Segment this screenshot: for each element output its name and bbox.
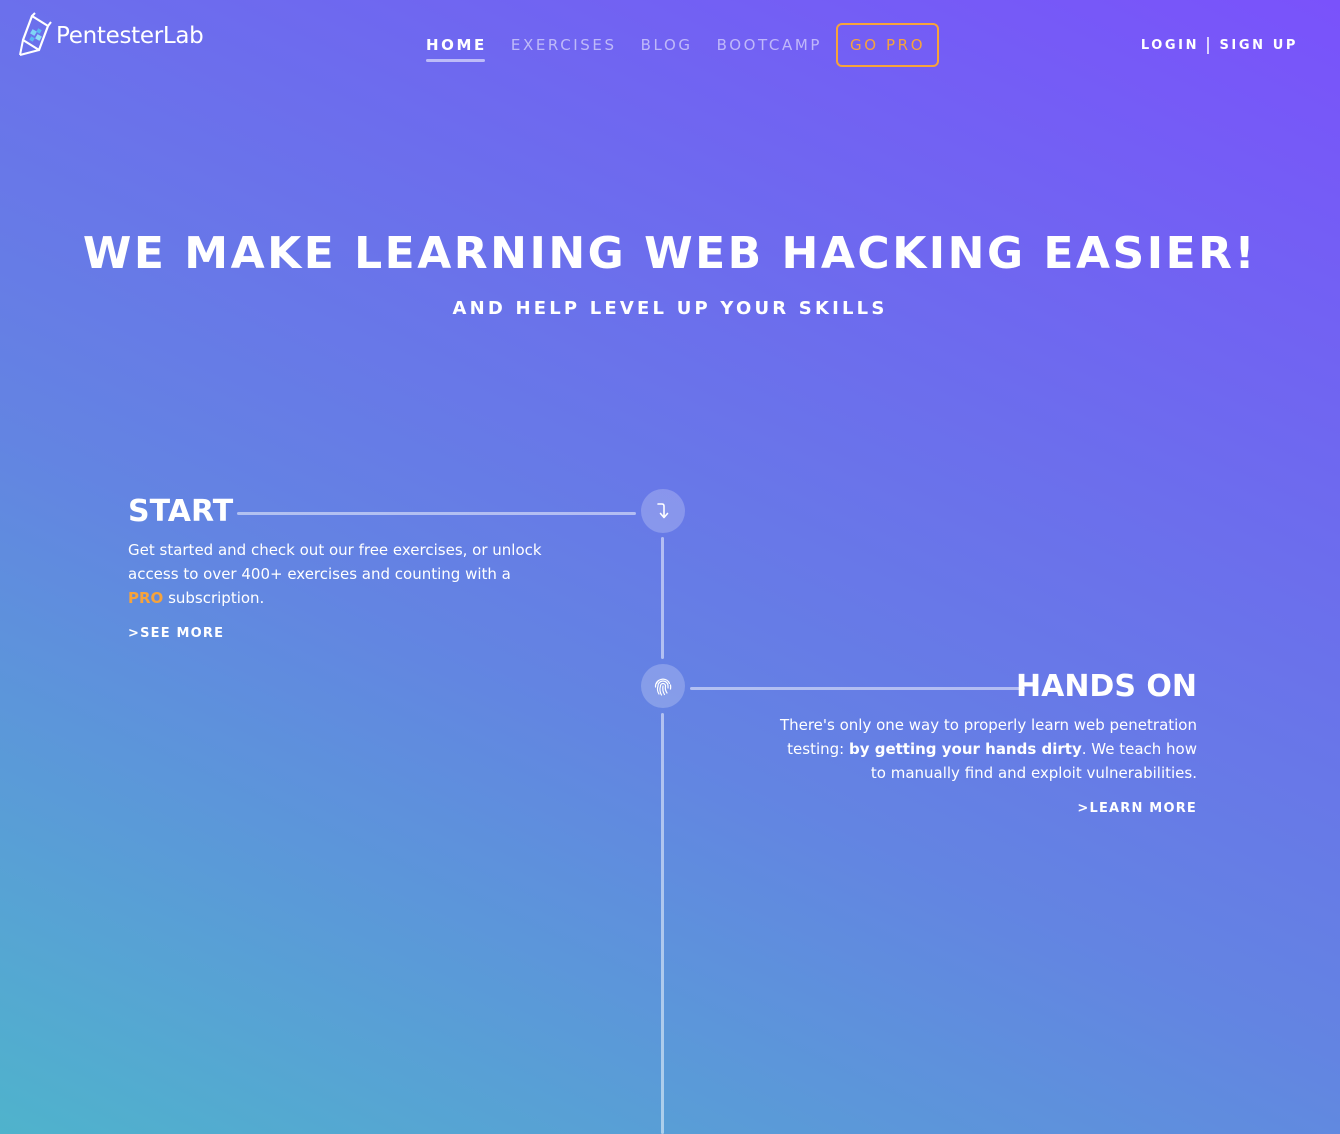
hero-subtitle: AND HELP LEVEL UP YOUR SKILLS	[452, 298, 888, 319]
nav-home[interactable]: HOME	[414, 23, 499, 67]
auth-separator: |	[1205, 35, 1214, 55]
login-link[interactable]: LOGIN	[1141, 38, 1199, 53]
hands-on-node	[641, 664, 685, 708]
nav-exercises[interactable]: EXERCISES	[499, 23, 629, 67]
fingerprint-icon	[654, 678, 672, 696]
hands-on-description: There's only one way to properly learn w…	[777, 713, 1197, 785]
auth-links: LOGIN | SIGN UP	[1141, 23, 1298, 67]
start-title: START	[128, 494, 234, 529]
signup-link[interactable]: SIGN UP	[1219, 38, 1298, 53]
timeline-line-upper	[661, 537, 664, 659]
start-text-part1: Get started and check out our free exerc…	[128, 541, 542, 583]
hands-on-title: HANDS ON	[1016, 669, 1197, 704]
logo[interactable]: PentesterLab	[18, 12, 204, 58]
nav-blog[interactable]: BLOG	[629, 23, 705, 67]
pro-highlight: PRO	[128, 589, 164, 607]
logo-pen-icon	[19, 12, 52, 56]
logo-text: PentesterLab	[56, 23, 204, 49]
arrow-turn-down-icon	[657, 503, 669, 519]
start-description: Get started and check out our free exerc…	[128, 538, 548, 610]
learn-more-link[interactable]: >LEARN MORE	[1050, 801, 1197, 816]
nav-bootcamp[interactable]: BOOTCAMP	[705, 23, 834, 67]
start-text-part2: subscription.	[163, 589, 265, 607]
start-node	[641, 489, 685, 533]
hands-on-bold-phrase: by getting your hands dirty	[848, 740, 1082, 758]
see-more-link[interactable]: >SEE MORE	[128, 626, 224, 641]
main-nav: HOME EXERCISES BLOG BOOTCAMP GO PRO	[414, 23, 940, 67]
site-header: PentesterLab HOME EXERCISES BLOG BOOTCAM…	[0, 0, 1340, 90]
hero-title: WE MAKE LEARNING WEB HACKING EASIER!	[82, 228, 1258, 279]
go-pro-button[interactable]: GO PRO	[836, 23, 940, 67]
timeline-line-lower	[661, 713, 664, 1134]
start-connector-line	[237, 512, 636, 515]
